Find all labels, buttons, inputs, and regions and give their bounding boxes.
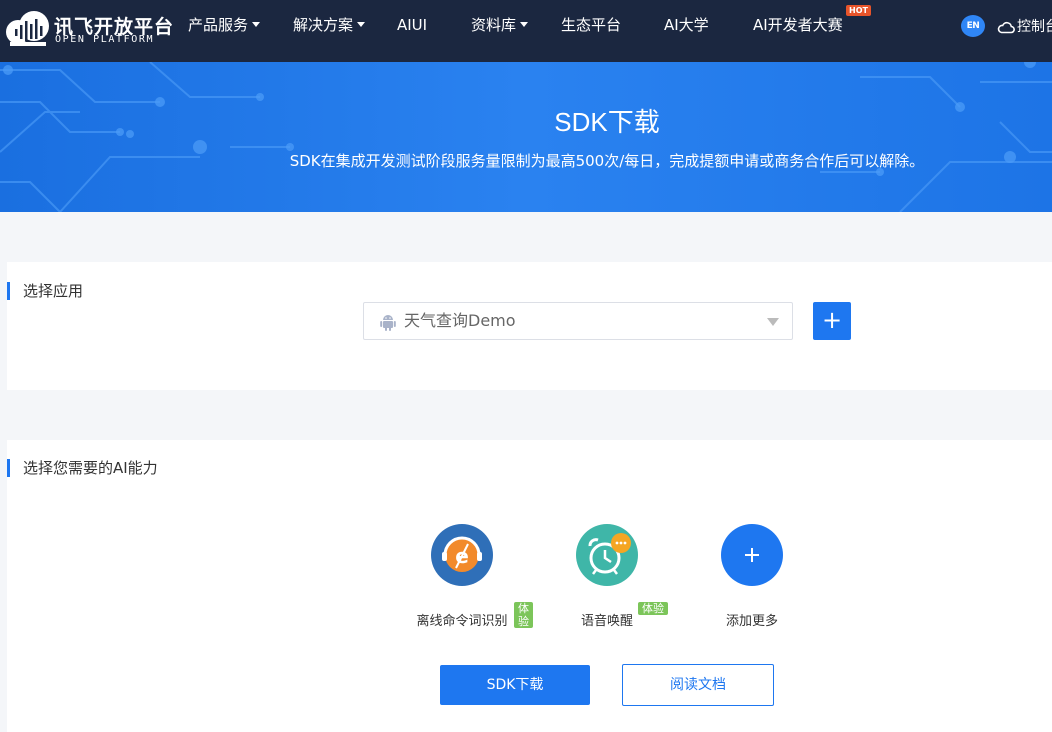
banner-title: SDK下载 bbox=[554, 107, 660, 137]
nav-item-label: 解决方案 bbox=[293, 16, 354, 34]
ability-label: 添加更多 bbox=[725, 614, 778, 629]
console-label: 控制台 bbox=[1017, 19, 1052, 35]
banner-subtitle: SDK在集成开发测试阶段服务量限制为最高500次/每日，完成提额申请或商务合作后… bbox=[289, 152, 925, 170]
nav-item-label: AIUI bbox=[397, 16, 428, 34]
trial-badge: 体验 bbox=[638, 602, 668, 615]
chevron-down-icon bbox=[520, 22, 529, 27]
nav-item-label: AI大学 bbox=[664, 16, 709, 34]
read-docs-button[interactable]: 阅读文档 bbox=[622, 664, 774, 706]
section-title-select-app: 选择应用 bbox=[7, 282, 83, 300]
chevron-down-icon bbox=[252, 22, 261, 27]
nav-item-label: 产品服务 bbox=[188, 16, 249, 34]
select-app-panel: 选择应用 天气查询Demo + bbox=[7, 262, 1052, 390]
nav-item-ai-university[interactable]: AI大学 bbox=[664, 0, 709, 62]
offline-command-icon: e bbox=[431, 524, 493, 586]
trial-badge: 体验 bbox=[514, 602, 533, 628]
ai-ability-panel: 选择您需要的AI能力 e 离线命令词识别 体验 bbox=[7, 440, 1052, 732]
ability-offline-command[interactable]: e 离线命令词识别 体验 bbox=[392, 524, 533, 634]
nav-item-ecosystem[interactable]: 生态平台 bbox=[561, 0, 621, 62]
nav-item-products[interactable]: 产品服务 bbox=[188, 0, 261, 62]
ability-add-more[interactable]: 添加更多 bbox=[682, 524, 822, 634]
hot-badge: HOT bbox=[846, 5, 871, 16]
console-link[interactable]: 控制台 bbox=[997, 0, 1052, 54]
nav-item-label: 生态平台 bbox=[561, 16, 622, 34]
nav-item-label: 资料库 bbox=[471, 16, 517, 34]
nav-item-library[interactable]: 资料库 bbox=[471, 0, 529, 62]
nav-item-developer-contest[interactable]: AI开发者大赛 bbox=[753, 0, 843, 62]
add-app-button[interactable]: + bbox=[813, 302, 851, 340]
nav-item-aiui[interactable]: AIUI bbox=[397, 0, 427, 62]
sound-wave-logo-icon bbox=[6, 11, 49, 46]
ability-label: 离线命令词识别 bbox=[416, 614, 508, 629]
alarm-clock-icon bbox=[576, 524, 638, 586]
android-icon bbox=[380, 315, 396, 331]
nav-item-label: AI开发者大赛 bbox=[753, 16, 843, 34]
chevron-down-icon bbox=[357, 22, 366, 27]
add-icon bbox=[721, 524, 783, 586]
logo[interactable]: 讯飞开放平台 OPEN PLATFORM bbox=[6, 10, 173, 50]
sdk-download-button[interactable]: SDK下载 bbox=[440, 665, 590, 705]
section-title-ai-ability: 选择您需要的AI能力 bbox=[7, 459, 158, 477]
app-select-value: 天气查询Demo bbox=[404, 311, 516, 330]
hero-banner: SDK下载 SDK在集成开发测试阶段服务量限制为最高500次/每日，完成提额申请… bbox=[0, 62, 1052, 212]
language-switch-button[interactable]: EN bbox=[961, 15, 985, 37]
logo-subtitle: OPEN PLATFORM bbox=[55, 34, 155, 45]
top-nav: 讯飞开放平台 OPEN PLATFORM 产品服务 解决方案 AIUI 资料库 … bbox=[0, 0, 1052, 62]
nav-item-solutions[interactable]: 解决方案 bbox=[293, 0, 366, 62]
cloud-icon bbox=[997, 21, 1015, 34]
ability-voice-wakeup[interactable]: 语音唤醒 体验 bbox=[537, 524, 677, 634]
app-select-dropdown[interactable]: 天气查询Demo bbox=[363, 302, 793, 340]
dropdown-arrow-icon bbox=[767, 318, 779, 326]
